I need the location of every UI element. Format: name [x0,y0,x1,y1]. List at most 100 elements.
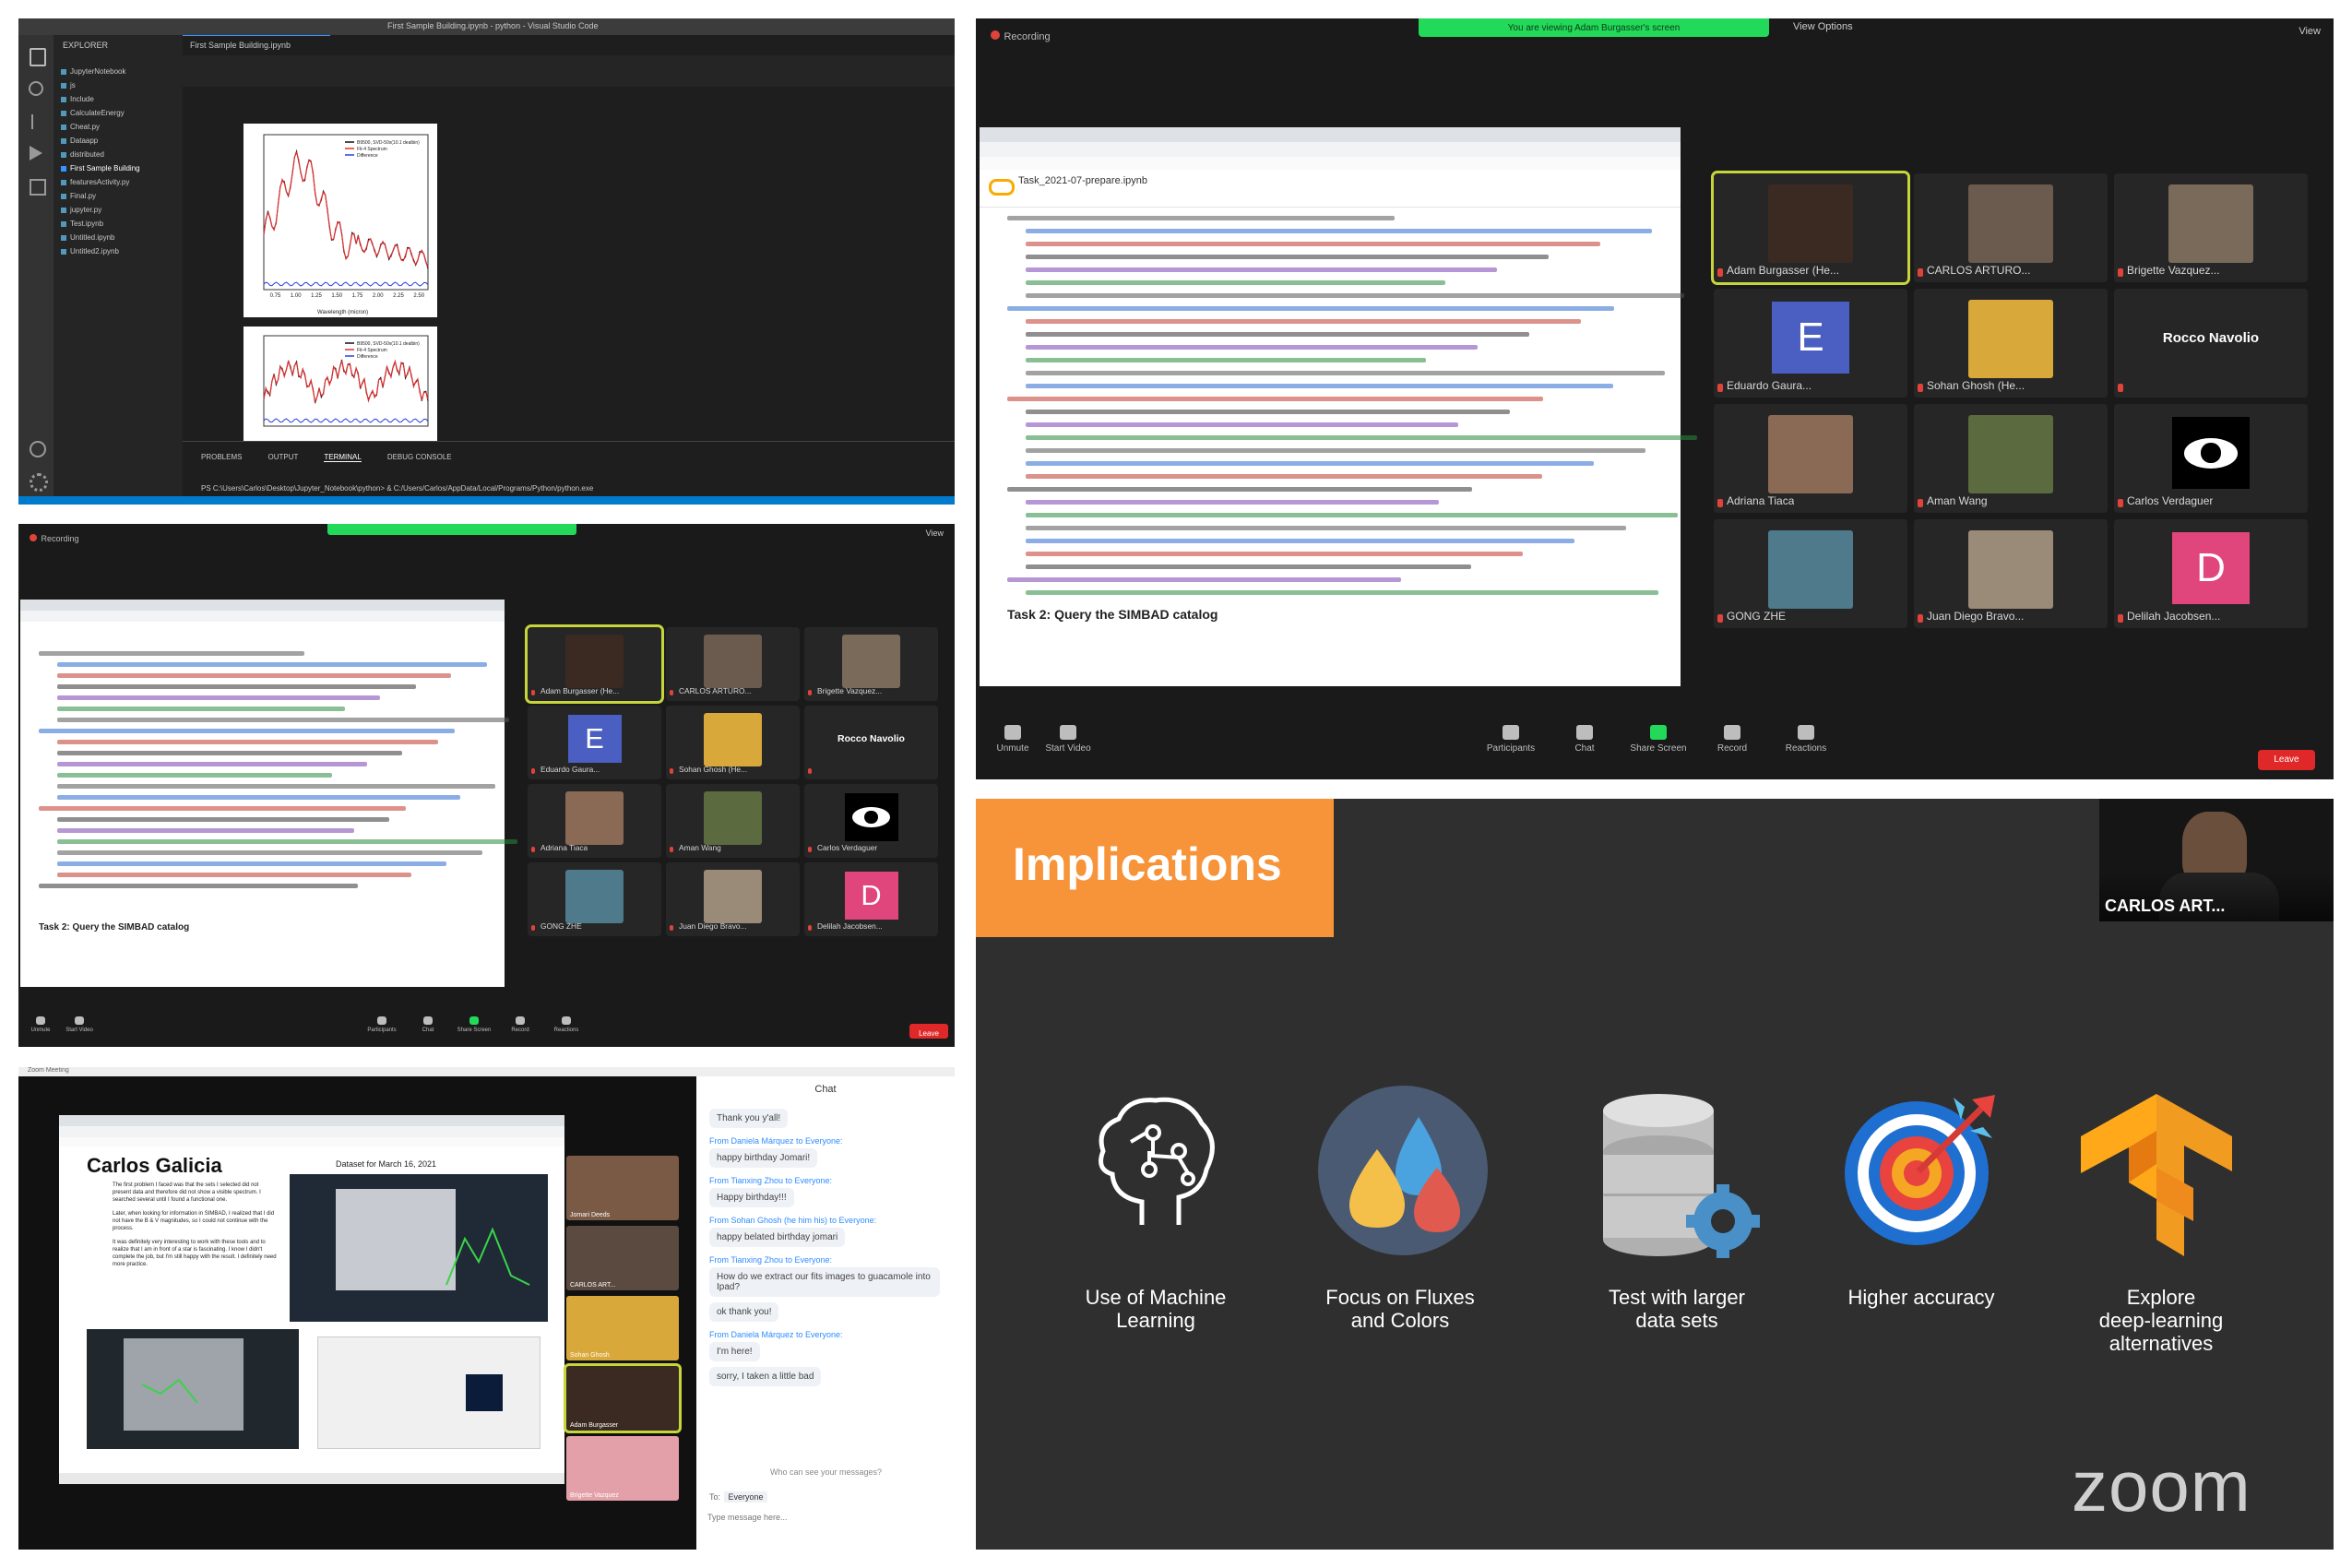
muted-mic-icon [1717,268,1723,277]
x-tick-label: 1.00 [291,293,302,299]
side-video-tile[interactable]: Brigette Vazquez [566,1436,679,1501]
participant-tile[interactable]: GONG ZHE [1714,519,1907,628]
participant-tile[interactable]: D Delilah Jacobsen... [2114,519,2308,628]
participant-tile[interactable]: Aman Wang [666,784,800,858]
panel-tab[interactable]: PROBLEMS [201,453,242,461]
toolbar-button[interactable]: Reactions [544,1016,588,1033]
leave-button[interactable]: Leave [2258,750,2315,770]
chat-text: happy belated birthday jomari [709,1228,846,1247]
participant-tile[interactable]: Aman Wang [1914,404,2108,513]
panel-tab[interactable]: DEBUG CONSOLE [387,453,452,461]
toolbar-button[interactable]: Reactions [1769,725,1843,754]
file-item[interactable]: featuresActivity.py [61,175,181,189]
participant-tile[interactable]: Juan Diego Bravo... [666,862,800,936]
eye-icon [844,792,898,842]
recording-label-small: Recording [41,534,79,543]
toolbar-button[interactable]: Participants [1474,725,1548,754]
side-video-tile[interactable]: Sohan Ghosh [566,1296,679,1360]
editor-tab[interactable]: First Sample Building.ipynb [183,35,330,56]
file-item[interactable]: jupyter.py [61,203,181,217]
slide-paragraph: The first problem I faced was that the s… [113,1182,261,1203]
side-video-tile[interactable]: CARLOS ART... [566,1226,679,1290]
participant-tile[interactable]: Rocco Navolio [2114,289,2308,398]
participant-tile[interactable]: Adam Burgasser (He... [1711,171,1910,285]
file-icon [61,124,66,130]
view-options-button[interactable]: View Options [1793,21,1853,32]
participant-tile[interactable]: Carlos Verdaguer [804,784,938,858]
caption-line: Explore [2126,1286,2196,1309]
legend-entry: B9500, SVD-50x(10.1 dealbin) [357,341,420,347]
participant-tile[interactable]: Brigette Vazquez... [804,627,938,701]
gear-icon[interactable] [30,473,48,492]
plot-bottom: B9500, SVD-50x(10.1 dealbin) Fit-4 Spectr… [244,327,437,441]
view-button[interactable]: View [2299,26,2321,37]
participant-tile[interactable]: D Delilah Jacobsen... [804,862,938,936]
toolbar-button[interactable]: Start Video [1031,725,1105,754]
panel-tab[interactable]: OUTPUT [267,453,298,461]
debug-icon[interactable] [30,146,42,160]
toolbar-button[interactable]: Unmute [18,1016,63,1033]
file-item[interactable]: js [61,78,181,92]
file-item[interactable]: Untitled.ipynb [61,231,181,244]
toolbar-button[interactable]: Share Screen [452,1016,496,1033]
panel-tab[interactable]: TERMINAL [324,453,362,462]
file-item[interactable]: Final.py [61,189,181,203]
participant-video [1767,529,1854,609]
toolbar-button[interactable]: Record [1695,725,1769,754]
file-item[interactable]: Include [61,92,181,106]
file-icon [61,110,66,116]
participant-tile[interactable]: Adam Burgasser (He... [525,624,664,704]
participant-tile[interactable]: Sohan Ghosh (He... [1914,289,2108,398]
participant-tile[interactable]: CARLOS ARTURO... [666,627,800,701]
participant-tile[interactable]: Juan Diego Bravo... [1914,519,2108,628]
participant-tile[interactable]: Carlos Verdaguer [2114,404,2308,513]
participant-tile[interactable]: E Eduardo Gaura... [528,706,661,779]
toolbar-button[interactable]: Record [498,1016,542,1033]
toolbar-icon [376,1016,387,1026]
participant-video [1967,299,2054,378]
file-item[interactable]: Cheat.py [61,120,181,134]
search-icon[interactable] [29,81,43,96]
file-item[interactable]: CalculateEnergy [61,106,181,120]
file-item[interactable]: distributed [61,148,181,161]
file-item[interactable]: First Sample Building [61,161,181,175]
view-button-small[interactable]: View [926,529,944,538]
participant-tile[interactable]: CARLOS ARTURO... [1914,173,2108,282]
participant-video [1767,184,1854,263]
code-line [57,695,381,700]
caption-line: and Colors [1350,1309,1450,1332]
participant-tile[interactable]: Rocco Navolio [804,706,938,779]
file-icon [61,96,66,102]
toolbar-button[interactable]: Share Screen [1621,725,1695,754]
file-item[interactable]: JupyterNotebook [61,65,181,78]
extensions-icon[interactable] [30,179,46,196]
file-item[interactable]: Test.ipynb [61,217,181,231]
chat-input[interactable] [706,1508,944,1526]
participant-name: Delilah Jacobsen... [817,921,883,931]
who-sees-link[interactable]: Who can see your messages? [770,1467,882,1477]
toolbar-button[interactable]: Chat [406,1016,450,1033]
source-control-icon[interactable] [31,114,42,129]
toolbar-button[interactable]: Participants [360,1016,404,1033]
toolbar-button[interactable]: Chat [1548,725,1621,754]
side-video-tile[interactable]: Adam Burgasser [564,1363,682,1433]
file-name: Test.ipynb [70,220,104,228]
code-line [57,662,487,667]
leave-button-small[interactable]: Leave [909,1024,948,1039]
participant-tile[interactable]: Adriana Tiaca [528,784,661,858]
code-line [1026,332,1529,337]
recipient-select[interactable]: Everyone [724,1491,767,1503]
side-video-tile[interactable]: Jomari Deeds [566,1156,679,1220]
code-line [1026,590,1658,595]
files-icon[interactable] [30,48,46,66]
participant-tile[interactable]: Sohan Ghosh (He... [666,706,800,779]
participant-tile[interactable]: E Eduardo Gaura... [1714,289,1907,398]
participant-tile[interactable]: Adriana Tiaca [1714,404,1907,513]
participant-tile[interactable]: Brigette Vazquez... [2114,173,2308,282]
file-item[interactable]: Dataapp [61,134,181,148]
account-icon[interactable] [30,441,46,457]
toolbar-button[interactable]: Start Video [57,1016,101,1033]
file-item[interactable]: Untitled2.ipynb [61,244,181,258]
chat-message: From Tianxing Zhou to Everyone: Happy bir… [709,1176,940,1210]
participant-tile[interactable]: GONG ZHE [528,862,661,936]
